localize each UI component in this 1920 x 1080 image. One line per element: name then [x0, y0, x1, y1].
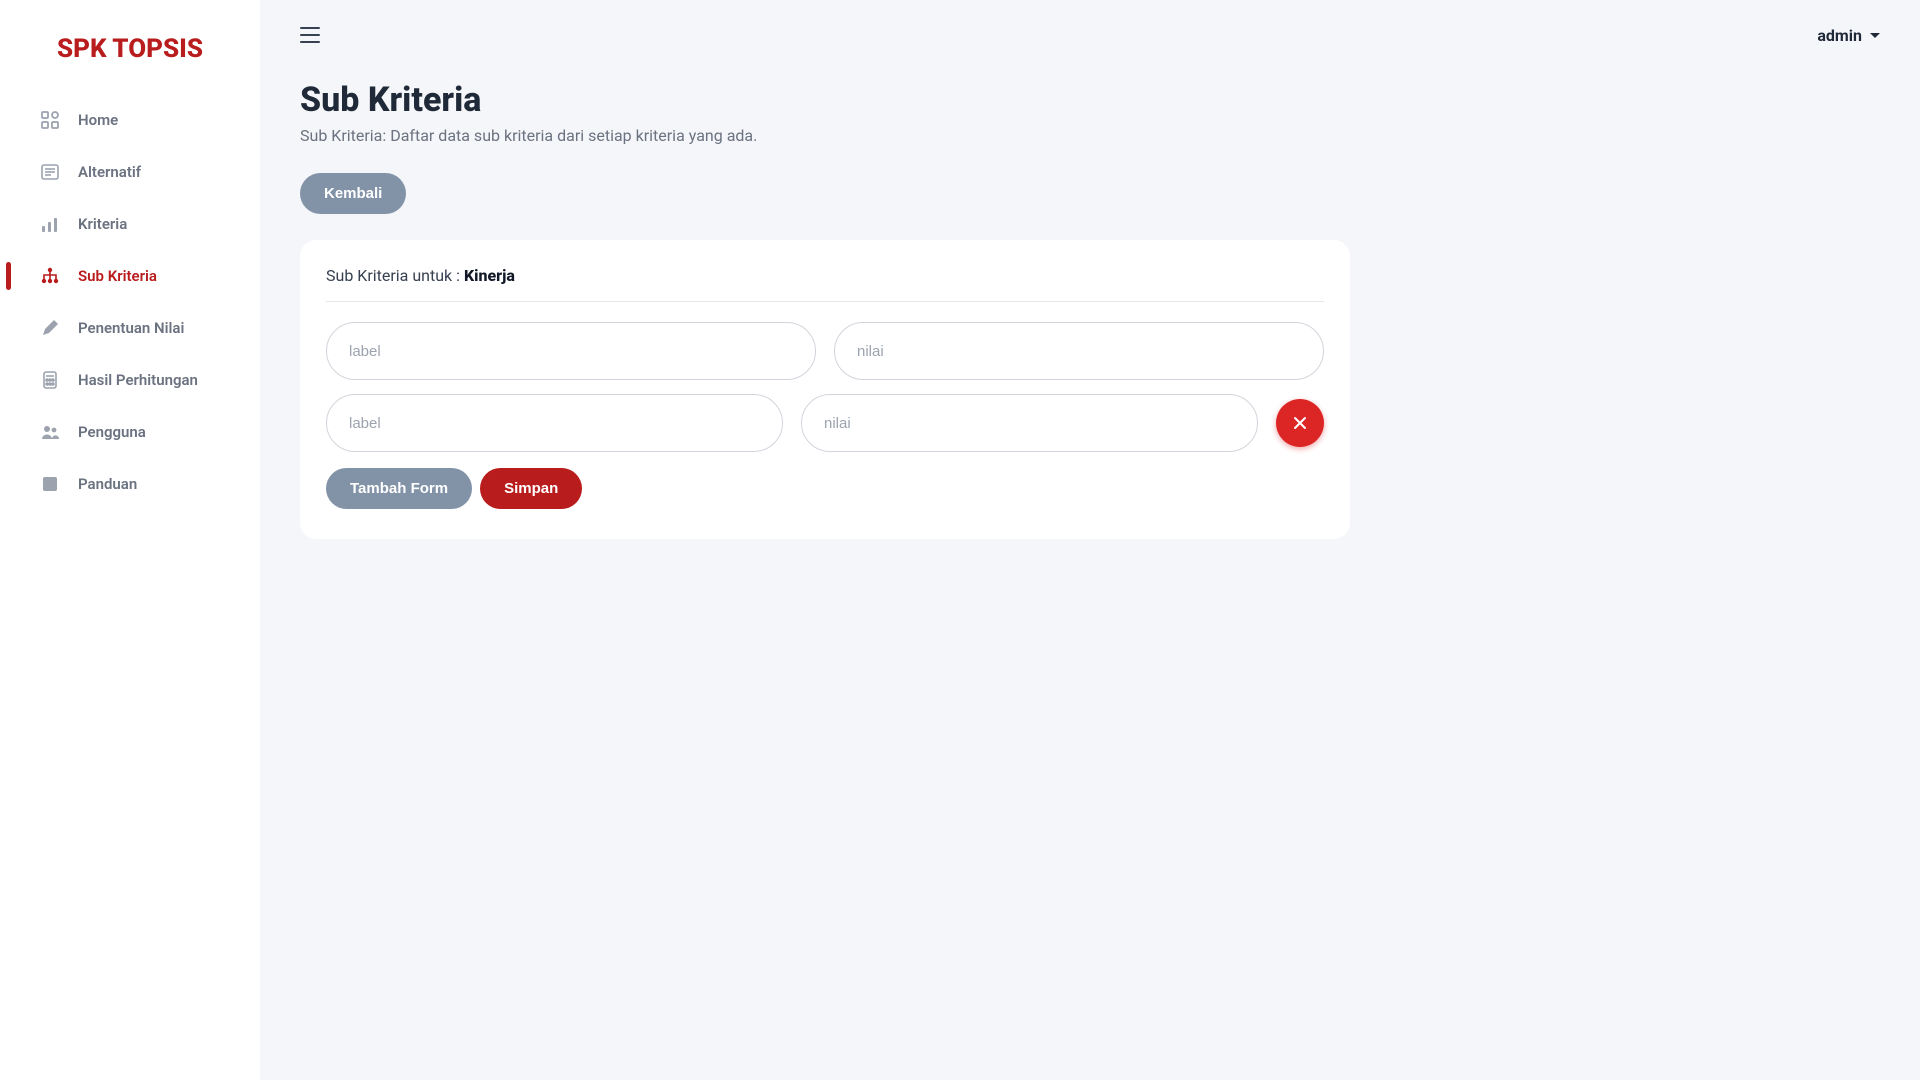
grid-icon — [40, 110, 60, 130]
card-header-prefix: Sub Kriteria untuk : — [326, 266, 464, 285]
user-dropdown[interactable]: admin — [1817, 26, 1880, 45]
sidebar-item-pengguna[interactable]: Pengguna — [0, 406, 260, 458]
form-rows — [326, 322, 1324, 452]
sidebar: SPK TOPSIS Home Alternatif Kriteria Sub Kri… — [0, 0, 260, 1080]
label-input[interactable] — [326, 322, 816, 380]
sidebar-item-label: Kriteria — [78, 215, 127, 233]
sidebar-item-penentuan-nilai[interactable]: Penentuan Nilai — [0, 302, 260, 354]
brand-title: SPK TOPSIS — [0, 20, 260, 94]
nilai-input[interactable] — [801, 394, 1258, 452]
page-title: Sub Kriteria — [300, 80, 1880, 120]
save-button[interactable]: Simpan — [480, 468, 582, 509]
form-row — [326, 322, 1324, 380]
sidebar-item-label: Penentuan Nilai — [78, 319, 184, 337]
nav: Home Alternatif Kriteria Sub Kriteria Penent… — [0, 94, 260, 510]
sidebar-item-label: Panduan — [78, 475, 137, 493]
help-square-icon: ? — [40, 474, 60, 494]
sidebar-item-label: Hasil Perhitungan — [78, 371, 198, 389]
sidebar-item-label: Home — [78, 111, 118, 129]
card-header: Sub Kriteria untuk : Kinerja — [326, 266, 1324, 302]
hierarchy-icon — [40, 266, 60, 286]
calculator-icon — [40, 370, 60, 390]
topbar: admin — [260, 0, 1920, 70]
back-button[interactable]: Kembali — [300, 173, 406, 214]
sidebar-item-label: Pengguna — [78, 423, 146, 441]
svg-text:?: ? — [47, 479, 54, 491]
sidebar-item-label: Alternatif — [78, 163, 141, 181]
close-icon — [1293, 416, 1307, 430]
remove-row-button[interactable] — [1276, 399, 1324, 447]
sidebar-item-panduan[interactable]: ? Panduan — [0, 458, 260, 510]
add-form-button[interactable]: Tambah Form — [326, 468, 472, 509]
sidebar-item-home[interactable]: Home — [0, 94, 260, 146]
list-icon — [40, 162, 60, 182]
username: admin — [1817, 26, 1862, 45]
pen-icon — [40, 318, 60, 338]
users-icon — [40, 422, 60, 442]
form-actions: Tambah Form Simpan — [326, 468, 1324, 509]
form-row — [326, 394, 1324, 452]
nilai-input[interactable] — [834, 322, 1324, 380]
sidebar-item-hasil-perhitungan[interactable]: Hasil Perhitungan — [0, 354, 260, 406]
sidebar-item-sub-kriteria[interactable]: Sub Kriteria — [0, 250, 260, 302]
label-input[interactable] — [326, 394, 783, 452]
sidebar-item-kriteria[interactable]: Kriteria — [0, 198, 260, 250]
sidebar-item-alternatif[interactable]: Alternatif — [0, 146, 260, 198]
card: Sub Kriteria untuk : Kinerja Tambah Form… — [300, 240, 1350, 539]
menu-toggle-icon[interactable] — [300, 26, 320, 44]
bar-chart-icon — [40, 214, 60, 234]
main: admin Sub Kriteria Sub Kriteria: Daftar … — [260, 0, 1920, 1080]
card-header-criteria: Kinerja — [464, 266, 515, 285]
sidebar-item-label: Sub Kriteria — [78, 267, 157, 285]
chevron-down-icon — [1870, 33, 1880, 38]
page-subtitle: Sub Kriteria: Daftar data sub kriteria d… — [300, 126, 1880, 145]
content: Sub Kriteria Sub Kriteria: Daftar data s… — [260, 70, 1920, 579]
